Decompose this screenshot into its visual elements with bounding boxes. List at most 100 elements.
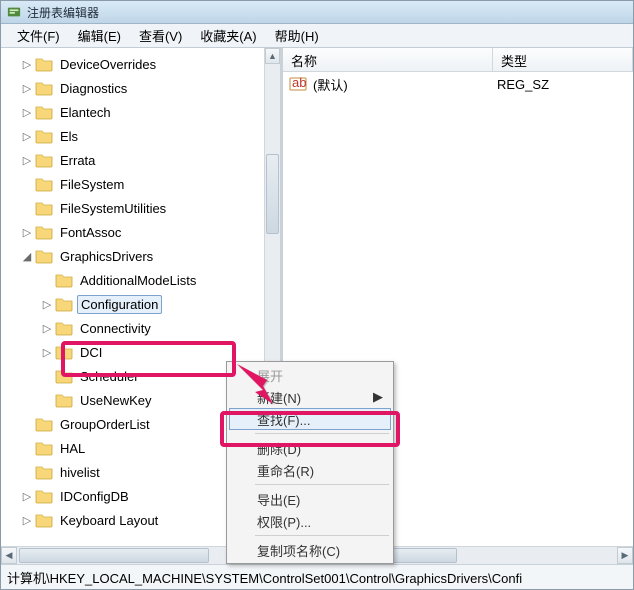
menu-favorites[interactable]: 收藏夹(A) (194, 24, 262, 47)
folder-icon (55, 319, 73, 337)
expand-toggle-icon[interactable]: ▷ (21, 106, 33, 119)
expand-toggle-icon[interactable]: ▷ (21, 514, 33, 527)
submenu-arrow-icon: ▶ (373, 389, 383, 405)
folder-icon (55, 271, 73, 289)
expand-toggle-icon[interactable]: ▷ (41, 346, 53, 359)
folder-icon (35, 511, 53, 529)
ctx-copykeyname[interactable]: 复制项名称(C) (229, 539, 391, 561)
tree-item-errata[interactable]: ▷ Errata (1, 148, 264, 172)
ctx-rename[interactable]: 重命名(R) (229, 459, 391, 481)
tree-item-fontassoc[interactable]: ▷ FontAssoc (1, 220, 264, 244)
expand-toggle-icon[interactable]: ▷ (41, 322, 53, 335)
hscroll2-right-arrow-icon[interactable]: ▶ (617, 547, 633, 564)
folder-icon (35, 487, 53, 505)
tree-item-label: hivelist (57, 464, 103, 481)
tree-item-keyboard-layout[interactable]: ▷ Keyboard Layout (1, 508, 264, 532)
tree-item-label: UseNewKey (77, 392, 155, 409)
folder-icon (55, 295, 73, 313)
tree-item-hivelist[interactable]: hivelist (1, 460, 264, 484)
scroll-up-arrow-icon[interactable]: ▲ (265, 48, 280, 64)
tree-item-dci[interactable]: ▷DCI (1, 340, 264, 364)
tree-item-filesystemutilities[interactable]: FileSystemUtilities (1, 196, 264, 220)
scroll-thumb[interactable] (266, 154, 279, 234)
context-menu: 展开 新建(N)▶ 查找(F)... 删除(D) 重命名(R) 导出(E) 权限… (226, 361, 394, 564)
hscroll-thumb[interactable] (19, 548, 209, 563)
menubar: 文件(F) 编辑(E) 查看(V) 收藏夹(A) 帮助(H) (1, 24, 633, 48)
tree-item-elantech[interactable]: ▷ Elantech (1, 100, 264, 124)
menu-view[interactable]: 查看(V) (133, 24, 188, 47)
tree-item-label: FileSystemUtilities (57, 200, 169, 217)
folder-icon (35, 247, 53, 265)
tree-item-label: Errata (57, 152, 98, 169)
tree-item-connectivity[interactable]: ▷ Connectivity (1, 316, 264, 340)
tree-item-scheduler[interactable]: Scheduler (1, 364, 264, 388)
expand-toggle-icon[interactable]: ▷ (21, 490, 33, 503)
folder-icon (35, 463, 53, 481)
tree-item-hal[interactable]: HAL (1, 436, 264, 460)
expand-toggle-icon[interactable]: ▷ (21, 154, 33, 167)
tree-item-configuration[interactable]: ▷ Configuration (1, 292, 264, 316)
list-row[interactable]: ab(默认)REG_SZ (283, 72, 633, 96)
tree-item-label: IDConfigDB (57, 488, 132, 505)
folder-icon (35, 199, 53, 217)
folder-icon (35, 439, 53, 457)
svg-text:ab: ab (292, 75, 306, 90)
tree-item-els[interactable]: ▷ Els (1, 124, 264, 148)
folder-icon (35, 151, 53, 169)
ctx-delete[interactable]: 删除(D) (229, 437, 391, 459)
folder-icon (35, 415, 53, 433)
expand-toggle-icon[interactable]: ▷ (21, 226, 33, 239)
tree-item-graphicsdrivers[interactable]: ◢GraphicsDrivers (1, 244, 264, 268)
tree-item-label: Diagnostics (57, 80, 130, 97)
tree-item-label: Els (57, 128, 81, 145)
folder-icon (35, 127, 53, 145)
hscroll-left-arrow-icon[interactable]: ◀ (1, 547, 17, 564)
tree-item-deviceoverrides[interactable]: ▷ DeviceOverrides (1, 52, 264, 76)
expand-toggle-icon[interactable]: ▷ (41, 298, 53, 311)
menu-edit[interactable]: 编辑(E) (72, 24, 127, 47)
expand-toggle-icon[interactable]: ▷ (21, 58, 33, 71)
tree-item-label: Connectivity (77, 320, 154, 337)
col-type-header[interactable]: 类型 (493, 48, 633, 71)
tree-item-usenewkey[interactable]: UseNewKey (1, 388, 264, 412)
tree-item-idconfigdb[interactable]: ▷ IDConfigDB (1, 484, 264, 508)
tree-item-grouporderlist[interactable]: GroupOrderList (1, 412, 264, 436)
folder-icon (35, 55, 53, 73)
tree-item-additionalmodelists[interactable]: AdditionalModeLists (1, 268, 264, 292)
menu-help[interactable]: 帮助(H) (269, 24, 325, 47)
tree-item-label: Scheduler (77, 368, 142, 385)
tree-item-label: AdditionalModeLists (77, 272, 199, 289)
expand-toggle-icon[interactable]: ▷ (21, 82, 33, 95)
cell-name: (默认) (313, 75, 497, 94)
ctx-sep1 (255, 433, 389, 434)
registry-editor-window: 注册表编辑器 文件(F) 编辑(E) 查看(V) 收藏夹(A) 帮助(H) ▷D… (0, 0, 634, 590)
ctx-find[interactable]: 查找(F)... (229, 408, 391, 430)
ctx-permissions[interactable]: 权限(P)... (229, 510, 391, 532)
menu-file[interactable]: 文件(F) (11, 24, 66, 47)
string-value-icon: ab (289, 75, 307, 93)
col-name-header[interactable]: 名称 (283, 48, 493, 71)
tree-item-label: Keyboard Layout (57, 512, 161, 529)
titlebar[interactable]: 注册表编辑器 (1, 1, 633, 24)
tree-item-filesystem[interactable]: FileSystem (1, 172, 264, 196)
tree-item-label: GroupOrderList (57, 416, 153, 433)
tree-item-label: Configuration (77, 295, 162, 314)
folder-icon (35, 103, 53, 121)
expand-toggle-icon[interactable]: ▷ (21, 130, 33, 143)
tree[interactable]: ▷ DeviceOverrides ▷ Diagnostics ▷ Elantech ▷ El… (1, 48, 264, 546)
tree-item-label: FontAssoc (57, 224, 124, 241)
ctx-new[interactable]: 新建(N)▶ (229, 386, 391, 408)
folder-icon (55, 391, 73, 409)
expand-toggle-icon[interactable]: ◢ (21, 250, 33, 263)
tree-item-label: Elantech (57, 104, 114, 121)
tree-item-label: HAL (57, 440, 88, 457)
tree-item-label: DeviceOverrides (57, 56, 159, 73)
app-icon (7, 5, 21, 19)
ctx-export[interactable]: 导出(E) (229, 488, 391, 510)
ctx-sep2 (255, 484, 389, 485)
window-title: 注册表编辑器 (27, 4, 99, 21)
folder-icon (55, 343, 73, 361)
tree-item-diagnostics[interactable]: ▷ Diagnostics (1, 76, 264, 100)
body: ▷ DeviceOverrides ▷ Diagnostics ▷ Elantech ▷ El… (1, 48, 633, 546)
folder-icon (35, 79, 53, 97)
